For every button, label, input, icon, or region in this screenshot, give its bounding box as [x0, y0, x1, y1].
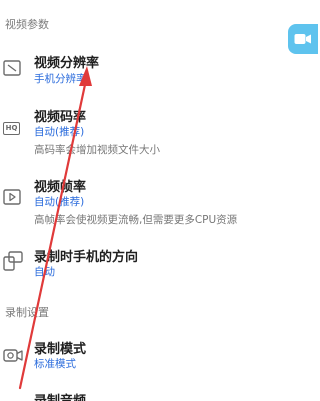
framerate-value: 自动(推荐) [34, 196, 85, 208]
bitrate-title: 视频码率 [34, 110, 87, 125]
setting-row-bitrate[interactable]: HQ 视频码率 自动(推荐) 高码率会增加视频文件大小 [0, 104, 320, 160]
play-box-icon [3, 189, 21, 209]
section-header-video-params: 视频参数 [5, 18, 49, 31]
orientation-value: 自动 [34, 266, 55, 278]
resolution-value: 手机分辨率 [34, 73, 87, 85]
hq-icon: HQ [3, 122, 20, 135]
framerate-title: 视频帧率 [34, 180, 87, 195]
video-camera-icon [294, 34, 311, 44]
bitrate-value: 自动(推荐) [34, 126, 85, 138]
setting-row-record-mode[interactable]: 录制模式 标准模式 [0, 336, 320, 376]
framerate-description: 高帧率会使视频更流畅,但需要更多CPU资源 [34, 214, 238, 226]
setting-row-orientation[interactable]: 录制时手机的方向 自动 [0, 244, 320, 284]
record-audio-title: 录制音频 [34, 390, 86, 401]
bitrate-description: 高码率会增加视频文件大小 [34, 144, 160, 156]
camera-icon [3, 347, 23, 367]
record-mode-title: 录制模式 [34, 342, 87, 357]
screen-rotation-icon [3, 251, 23, 275]
setting-row-framerate[interactable]: 视频帧率 自动(推荐) 高帧率会使视频更流畅,但需要更多CPU资源 [0, 174, 320, 230]
orientation-title: 录制时手机的方向 [34, 250, 139, 265]
resolution-title: 视频分辨率 [34, 56, 100, 71]
setting-row-resolution[interactable]: 视频分辨率 手机分辨率 [0, 48, 320, 93]
section-header-record-settings: 录制设置 [5, 306, 49, 319]
resolution-icon [3, 60, 21, 80]
setting-row-record-audio[interactable]: 录制音频 [0, 388, 320, 401]
record-mode-value: 标准模式 [34, 358, 76, 370]
